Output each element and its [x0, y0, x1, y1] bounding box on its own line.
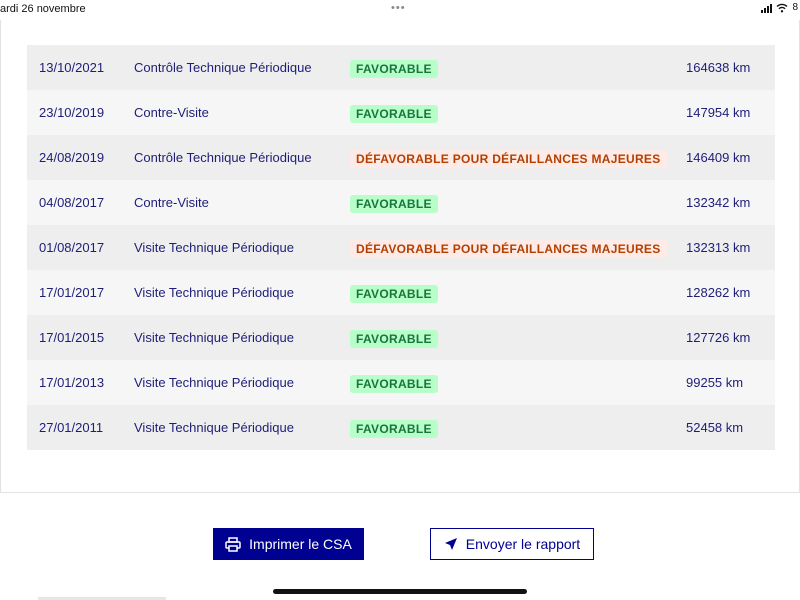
table-row: 24/08/2019 Contrôle Technique Périodique D…	[27, 135, 775, 180]
inspection-result: FAVORABLE	[350, 405, 438, 450]
table-row: 23/10/2019 Contre-Visite FAVORABLE 147954 k…	[27, 90, 775, 135]
inspection-type: Contrôle Technique Périodique	[134, 60, 312, 75]
inspection-history-table: 13/10/2021 Contrôle Technique Périodique F…	[27, 45, 775, 450]
status-date: ardi 26 novembre	[0, 3, 86, 15]
inspection-date: 01/08/2017	[39, 240, 105, 255]
table-row: 01/08/2017 Visite Technique Périodique DÉF…	[27, 225, 775, 270]
inspection-date: 24/08/2019	[39, 150, 105, 165]
status-badge: FAVORABLE	[350, 194, 438, 213]
inspection-type: Visite Technique Périodique	[134, 420, 294, 435]
status-badge: FAVORABLE	[350, 59, 438, 78]
table-row: 17/01/2015 Visite Technique Périodique FAV…	[27, 315, 775, 360]
mileage: 164638 km	[686, 60, 751, 75]
inspection-type: Visite Technique Périodique	[134, 240, 294, 255]
signal-icon	[761, 3, 773, 13]
history-card: 13/10/2021 Contrôle Technique Périodique F…	[0, 20, 800, 493]
inspection-type: Contre-Visite	[134, 105, 209, 120]
inspection-date: 13/10/2021	[39, 60, 105, 75]
send-report-label: Envoyer le rapport	[465, 536, 581, 552]
status-indicators: 8	[761, 2, 798, 13]
inspection-result: DÉFAVORABLE POUR DÉFAILLANCES MAJEURES	[350, 225, 667, 270]
mileage: 146409 km	[686, 150, 751, 165]
inspection-type: Visite Technique Périodique	[134, 375, 294, 390]
battery-percent: 8	[792, 2, 798, 13]
send-arrow-icon	[444, 538, 457, 550]
status-badge: FAVORABLE	[350, 284, 438, 303]
inspection-date: 04/08/2017	[39, 195, 105, 210]
table-row: 04/08/2017 Contre-Visite FAVORABLE 132342 k…	[27, 180, 775, 225]
table-row: 17/01/2013 Visite Technique Périodique FAV…	[27, 360, 775, 405]
inspection-type: Contrôle Technique Périodique	[134, 150, 312, 165]
inspection-result: DÉFAVORABLE POUR DÉFAILLANCES MAJEURES	[350, 135, 667, 180]
inspection-date: 27/01/2011	[39, 420, 104, 435]
mileage: 132342 km	[686, 195, 751, 210]
status-bar: ardi 26 novembre ••• 8	[0, 0, 800, 20]
send-report-button[interactable]: Envoyer le rapport	[430, 528, 594, 560]
mileage: 147954 km	[686, 105, 751, 120]
inspection-result: FAVORABLE	[350, 360, 438, 405]
mileage: 127726 km	[686, 330, 751, 345]
status-badge: FAVORABLE	[350, 374, 438, 393]
inspection-result: FAVORABLE	[350, 315, 438, 360]
mileage: 99255 km	[686, 375, 744, 390]
inspection-type: Visite Technique Périodique	[134, 285, 294, 300]
inspection-result: FAVORABLE	[350, 270, 438, 315]
inspection-result: FAVORABLE	[350, 180, 438, 225]
inspection-date: 17/01/2013	[39, 375, 105, 390]
home-indicator[interactable]	[273, 589, 527, 594]
mileage: 132313 km	[686, 240, 751, 255]
table-row: 13/10/2021 Contrôle Technique Périodique F…	[27, 45, 775, 90]
inspection-type: Visite Technique Périodique	[134, 330, 294, 345]
status-badge: DÉFAVORABLE POUR DÉFAILLANCES MAJEURES	[350, 239, 667, 258]
mileage: 52458 km	[686, 420, 744, 435]
inspection-result: FAVORABLE	[350, 45, 438, 90]
multitasking-dots[interactable]: •••	[391, 2, 406, 14]
status-badge: FAVORABLE	[350, 104, 438, 123]
inspection-type: Contre-Visite	[134, 195, 209, 210]
print-csa-button[interactable]: Imprimer le CSA	[213, 528, 364, 560]
status-badge: DÉFAVORABLE POUR DÉFAILLANCES MAJEURES	[350, 149, 667, 168]
status-badge: FAVORABLE	[350, 419, 438, 438]
print-csa-label: Imprimer le CSA	[249, 536, 352, 552]
inspection-date: 23/10/2019	[39, 105, 105, 120]
printer-icon	[225, 536, 241, 552]
table-row: 27/01/2011 Visite Technique Périodique FAV…	[27, 405, 775, 450]
wifi-icon	[776, 3, 788, 12]
mileage: 128262 km	[686, 285, 751, 300]
status-badge: FAVORABLE	[350, 329, 438, 348]
inspection-date: 17/01/2015	[39, 330, 105, 345]
inspection-date: 17/01/2017	[39, 285, 105, 300]
inspection-result: FAVORABLE	[350, 90, 438, 135]
table-row: 17/01/2017 Visite Technique Périodique FAV…	[27, 270, 775, 315]
